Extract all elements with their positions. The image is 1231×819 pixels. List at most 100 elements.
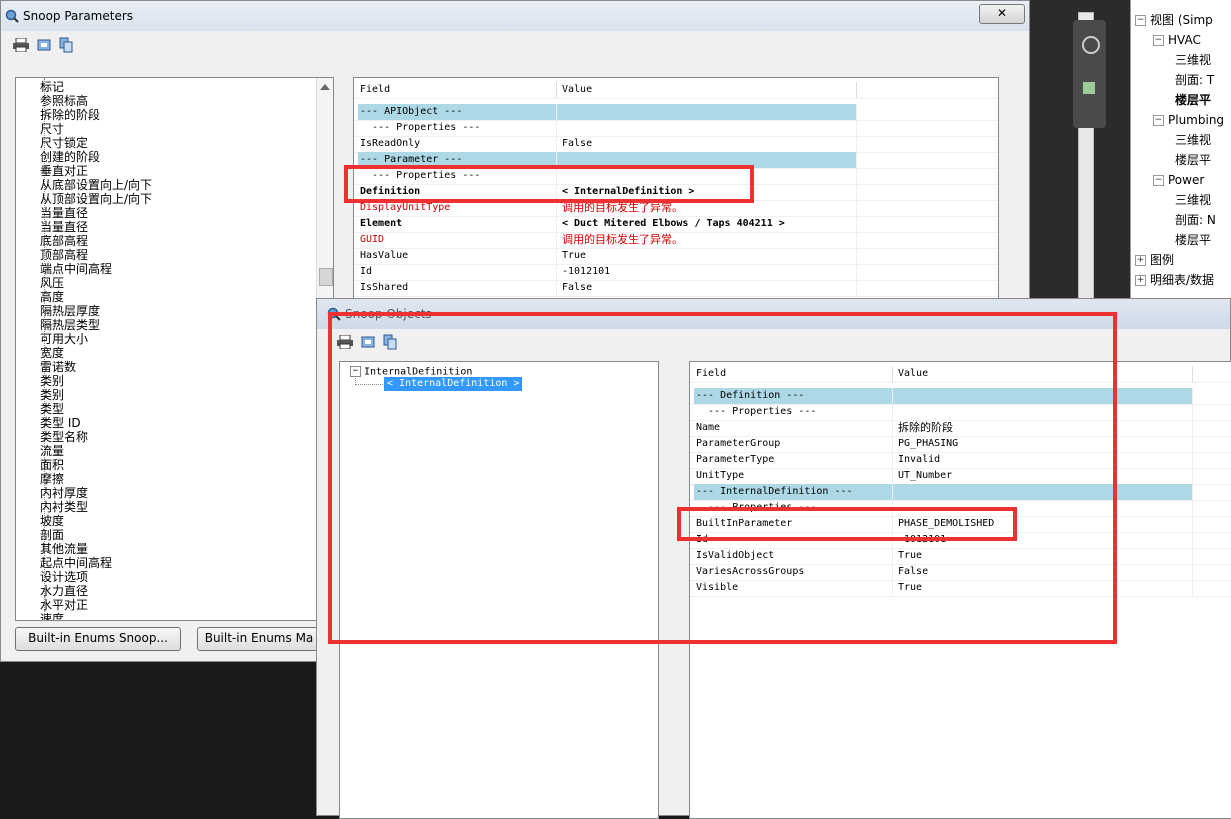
- parameter-list-item[interactable]: 内衬厚度: [40, 486, 88, 500]
- parameter-list-item[interactable]: 宽度: [40, 346, 64, 360]
- browser-item-label: 明细表/数据: [1150, 273, 1215, 287]
- parameter-list-item[interactable]: 其他流量: [40, 542, 88, 556]
- print-icon[interactable]: [13, 38, 29, 52]
- browser-item-label: Plumbing: [1168, 113, 1225, 127]
- snoop-app-icon: [5, 9, 19, 23]
- parameter-list-item[interactable]: 拆除的阶段: [40, 108, 100, 122]
- parameter-list-item[interactable]: 水平对正: [40, 598, 88, 612]
- parameter-list-item[interactable]: 隔热层厚度: [40, 304, 100, 318]
- parameter-list-item[interactable]: 顶部高程: [40, 248, 88, 262]
- parameter-list-item[interactable]: 面积: [40, 458, 64, 472]
- parameter-list-item[interactable]: 类型 ID: [40, 416, 81, 430]
- parameter-list-item[interactable]: 雷诺数: [40, 360, 76, 374]
- expander-icon[interactable]: +: [1135, 255, 1146, 266]
- expander-icon[interactable]: −: [1135, 15, 1146, 26]
- browser-item[interactable]: − 视图 (Simp: [1135, 10, 1213, 30]
- browser-item[interactable]: 剖面: T: [1175, 70, 1214, 90]
- parameter-list-item[interactable]: 类别: [40, 374, 64, 388]
- parameter-list-item[interactable]: 水力直径: [40, 584, 88, 598]
- parameter-list-item[interactable]: 尺寸锁定: [40, 136, 88, 150]
- parameter-list-item[interactable]: 创建的阶段: [40, 150, 100, 164]
- parameter-list-item[interactable]: 从底部设置向上/向下: [40, 178, 152, 192]
- parameter-list-item[interactable]: 底部高程: [40, 234, 88, 248]
- copy-icon[interactable]: [59, 37, 73, 53]
- parameter-list-item[interactable]: 标记: [40, 80, 64, 94]
- parameter-list-item[interactable]: 当量直径: [40, 206, 88, 220]
- preview-icon[interactable]: [37, 38, 51, 52]
- parameter-list-item[interactable]: 类型名称: [40, 430, 88, 444]
- zoom-icon[interactable]: [1083, 82, 1095, 94]
- browser-item[interactable]: 楼层平: [1175, 230, 1211, 250]
- parameter-list-item[interactable]: 内衬类型: [40, 500, 88, 514]
- grid-row[interactable]: Id -1012101: [354, 264, 998, 281]
- steering-wheel-icon[interactable]: [1082, 36, 1100, 54]
- browser-item[interactable]: + 图例: [1135, 250, 1174, 270]
- grid-field-cell: --- Properties ---: [360, 122, 481, 133]
- expander-icon[interactable]: −: [1153, 175, 1164, 186]
- builtin-enums-map-button[interactable]: Built-in Enums Ma: [197, 627, 321, 651]
- parameter-list-item[interactable]: 参照标高: [40, 94, 88, 108]
- browser-item[interactable]: − Power: [1153, 170, 1204, 190]
- highlight-builtin-parameter: [677, 507, 1017, 541]
- parameter-list-item[interactable]: 速度: [40, 612, 64, 620]
- parameter-list[interactable]: 标记 参照标高 拆除的阶段 尺寸 尺寸锁定 创建的阶段 垂直对正 从底部设置向上/向下 从顶部设…: [15, 77, 334, 621]
- browser-item[interactable]: 楼层平: [1175, 150, 1211, 170]
- grid-row[interactable]: HasValue True: [354, 248, 998, 265]
- browser-item[interactable]: 三维视: [1175, 50, 1211, 70]
- parameter-list-item[interactable]: 隔热层类型: [40, 318, 100, 332]
- browser-item[interactable]: 剖面: N: [1175, 210, 1216, 230]
- parameter-list-item[interactable]: 当量直径: [40, 220, 88, 234]
- grid-value-cell: [562, 120, 854, 136]
- parameter-list-item[interactable]: 起点中间高程: [40, 556, 112, 570]
- parameter-list-item[interactable]: 剖面: [40, 528, 64, 542]
- parameter-list-item[interactable]: 垂直对正: [40, 164, 88, 178]
- scroll-thumb[interactable]: [319, 268, 333, 286]
- grid-row[interactable]: IsReadOnly False: [354, 136, 998, 153]
- grid-header-field[interactable]: Field: [360, 82, 554, 98]
- parameter-list-item[interactable]: 风压: [40, 276, 64, 290]
- browser-item[interactable]: 楼层平: [1175, 90, 1211, 110]
- browser-item-label: 剖面: N: [1175, 213, 1216, 227]
- expander-icon[interactable]: +: [1135, 275, 1146, 286]
- browser-item-label: 三维视: [1175, 193, 1212, 207]
- parameter-list-item[interactable]: 设计选项: [40, 570, 88, 584]
- browser-item-label: 三维视: [1175, 53, 1212, 67]
- grid-value-cell: < Duct Mitered Elbows / Taps 404211 >: [562, 218, 785, 229]
- scroll-up-icon[interactable]: [320, 84, 330, 90]
- parameter-list-item[interactable]: 端点中间高程: [40, 262, 112, 276]
- parameter-list-item[interactable]: 坡度: [40, 514, 64, 528]
- highlight-snoop-objects: [328, 312, 1117, 644]
- browser-item[interactable]: 三维视: [1175, 130, 1211, 150]
- expander-icon[interactable]: −: [1153, 35, 1164, 46]
- browser-item-label: 楼层平: [1175, 233, 1212, 247]
- grid-field-cell: --- APIObject ---: [360, 106, 463, 117]
- parameter-list-item[interactable]: 流量: [40, 444, 64, 458]
- browser-item-label: 图例: [1150, 253, 1175, 267]
- grid-row[interactable]: --- Properties ---: [354, 120, 998, 137]
- grid-field-cell: IsReadOnly: [360, 138, 421, 149]
- parameter-list-item[interactable]: 尺寸: [40, 122, 64, 136]
- parameter-list-item[interactable]: 从顶部设置向上/向下: [40, 192, 152, 206]
- grid-value-cell: True: [562, 250, 587, 261]
- grid-row[interactable]: IsShared False: [354, 280, 998, 297]
- grid-row[interactable]: --- APIObject ---: [354, 104, 998, 121]
- browser-item[interactable]: + 明细表/数据: [1135, 270, 1214, 290]
- browser-item[interactable]: 三维视: [1175, 190, 1211, 210]
- parameter-list-item[interactable]: 可用大小: [40, 332, 88, 346]
- browser-item[interactable]: − Plumbing: [1153, 110, 1224, 130]
- navigation-bar[interactable]: [1073, 20, 1106, 128]
- parameter-list-item[interactable]: 类别: [40, 388, 64, 402]
- parameter-list-item[interactable]: 摩擦: [40, 472, 64, 486]
- grid-row[interactable]: GUID 调用的目标发生了异常。: [354, 232, 998, 249]
- grid-header-value[interactable]: Value: [562, 82, 854, 98]
- expander-icon[interactable]: −: [1153, 115, 1164, 126]
- parameter-list-item[interactable]: 高度: [40, 290, 64, 304]
- builtin-enums-snoop-button[interactable]: Built-in Enums Snoop...: [15, 627, 181, 651]
- browser-item-label: 视图 (Simp: [1150, 13, 1213, 27]
- grid-row[interactable]: Element < Duct Mitered Elbows / Taps 4042…: [354, 216, 998, 233]
- parameter-list-item[interactable]: 类型: [40, 402, 64, 416]
- highlight-definition-row: [344, 165, 754, 203]
- close-button[interactable]: ✕: [979, 4, 1025, 24]
- window-title: Snoop Parameters: [23, 9, 134, 23]
- browser-item[interactable]: − HVAC: [1153, 30, 1201, 50]
